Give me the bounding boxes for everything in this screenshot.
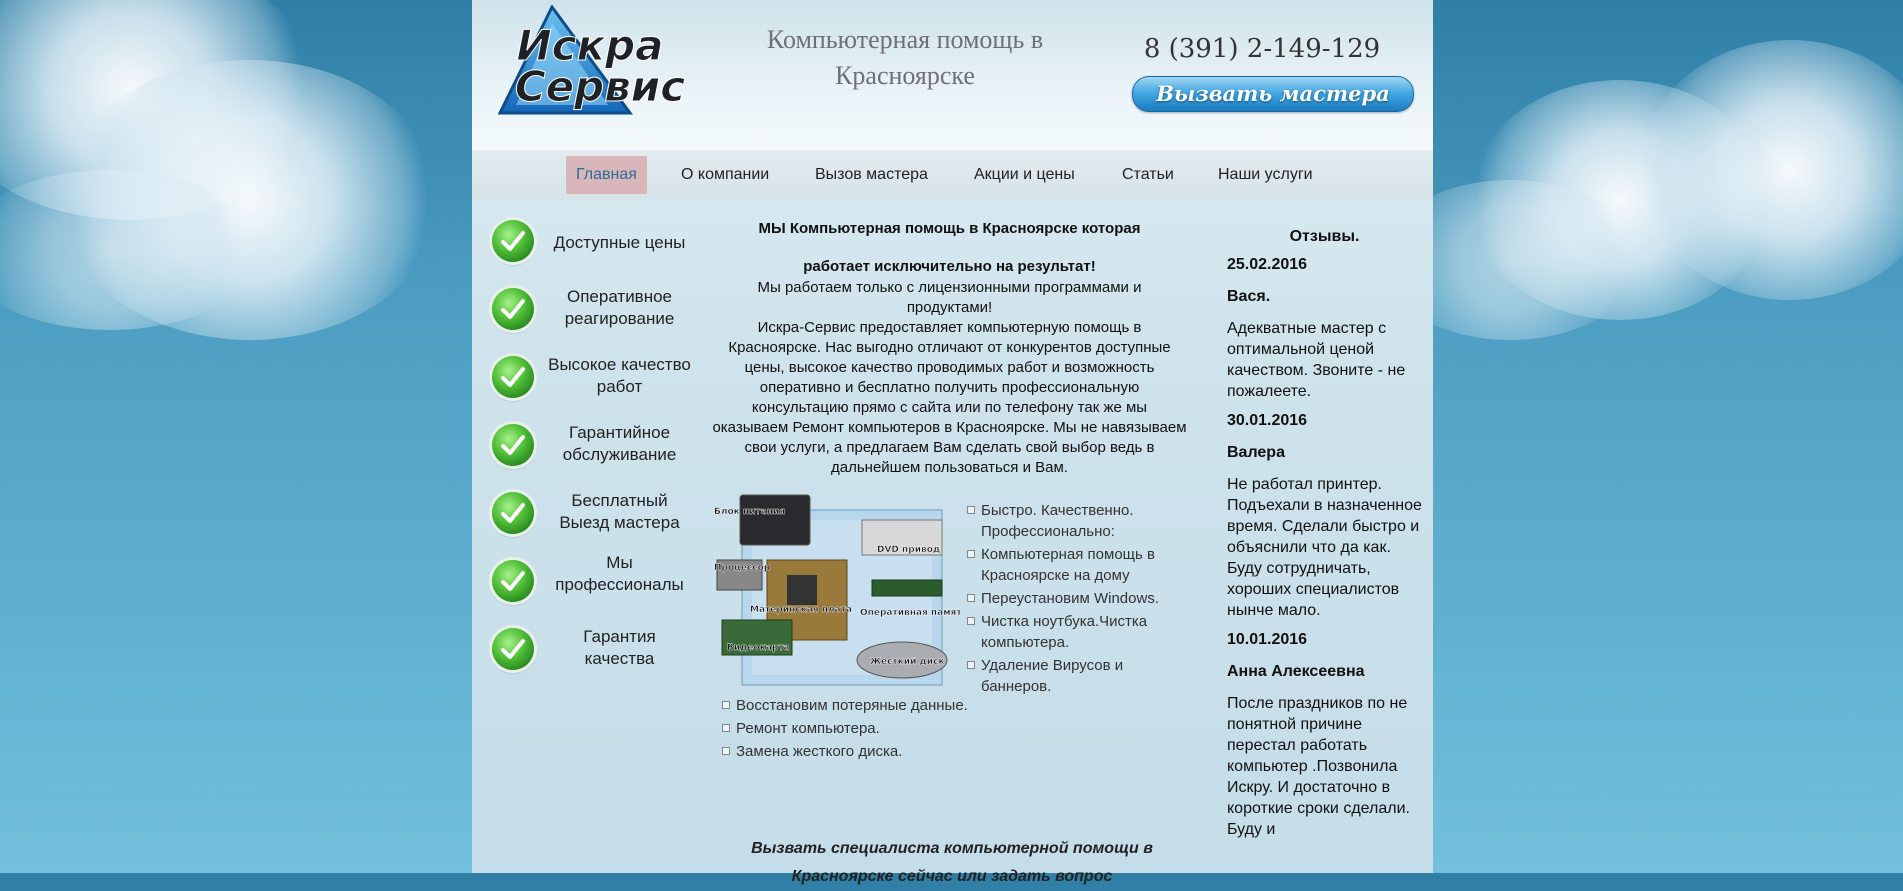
phone-number[interactable]: 8 (391) 2-149-129 — [1122, 34, 1402, 64]
service-item: Переустановим Windows. — [967, 588, 1167, 609]
feature-label: Мы профессионалы — [555, 553, 684, 594]
review-date: 25.02.2016 — [1227, 256, 1308, 273]
feature-item: Высокое качество работ — [492, 354, 692, 410]
checkmark-icon — [492, 220, 534, 262]
checkmark-icon — [492, 628, 534, 670]
services-list-bottom: Восстановим потеряные данные. Ремонт ком… — [722, 695, 1022, 764]
svg-text:Жесткий диск: Жесткий диск — [870, 657, 945, 667]
feature-item: Гарантия качества — [492, 626, 692, 682]
feature-label: Гарантийное обслуживание — [562, 423, 677, 464]
reviews-title: Отзывы. — [1289, 228, 1360, 245]
feature-label: Высокое качество работ — [548, 355, 691, 396]
feature-item: Гарантийное обслуживание — [492, 422, 692, 478]
service-item: Восстановим потеряные данные. — [722, 695, 1022, 716]
intro-description: Искра-Сервис предоставляет компьютерную … — [712, 319, 1187, 476]
nav-item-home[interactable]: Главная — [566, 156, 647, 194]
review-author: Анна Алексеевна — [1227, 663, 1365, 680]
feature-item: Доступные цены — [492, 218, 692, 274]
feature-label: Бесплатный Выезд мастера — [559, 491, 680, 532]
feature-item: Бесплатный Выезд мастера — [492, 490, 692, 546]
review-author: Вася. — [1227, 288, 1271, 305]
main-nav: Главная О компании Вызов мастера Акции и… — [472, 150, 1433, 200]
nav-item-articles[interactable]: Статьи — [1112, 156, 1184, 194]
svg-text:Процессор: Процессор — [714, 563, 771, 573]
svg-text:Видеокарта: Видеокарта — [727, 643, 790, 653]
reviews-section: Отзывы. 25.02.2016 Вася. Адекватные маст… — [1227, 218, 1422, 850]
review-item: 30.01.2016 Валера Не работал принтер. По… — [1227, 412, 1422, 621]
page-container: Искра Сервис Компьютерная помощь в Красн… — [472, 0, 1433, 885]
feature-item: Мы профессионалы — [492, 553, 692, 614]
review-text: Не работал принтер. Подъехали в назначен… — [1227, 476, 1422, 619]
feature-label: Доступные цены — [553, 233, 686, 252]
review-item: 10.01.2016 Анна Алексеевна После праздни… — [1227, 631, 1422, 840]
checkmark-icon — [492, 356, 534, 398]
feature-label: Оперативное реагирование — [564, 287, 675, 328]
site-tagline: Компьютерная помощь в Красноярске — [766, 25, 1044, 90]
svg-text:Сервис: Сервис — [515, 62, 685, 111]
logo[interactable]: Искра Сервис — [490, 5, 690, 133]
checkmark-icon — [492, 288, 534, 330]
service-item: Быстро. Качественно. Профессионально: — [967, 500, 1167, 542]
nav-item-services[interactable]: Наши услуги — [1208, 156, 1323, 194]
review-date: 10.01.2016 — [1227, 631, 1308, 648]
review-item: 25.02.2016 Вася. Адекватные мастер с опт… — [1227, 256, 1422, 402]
intro-title-line2: работает исключительно на результат! — [803, 258, 1096, 275]
computer-parts-image: Блок питания Процессор Материнская плата… — [714, 494, 960, 686]
service-item: Ремонт компьютера. — [722, 718, 1022, 739]
checkmark-icon — [492, 560, 534, 602]
feature-label: Гарантия качества — [583, 627, 656, 668]
review-text: Адекватные мастер с оптимальной ценой ка… — [1227, 320, 1406, 400]
service-item: Удаление Вирусов и баннеров. — [967, 655, 1167, 697]
call-specialist-cta[interactable]: Вызвать специалиста компьютерной помощи … — [742, 835, 1162, 891]
checkmark-icon — [492, 424, 534, 466]
nav-item-call-master[interactable]: Вызов мастера — [805, 156, 938, 194]
main-content: МЫ Компьютерная помощь в Красноярске кот… — [712, 218, 1187, 478]
svg-text:Блок питания: Блок питания — [714, 507, 785, 517]
licensed-note: Мы работаем только с лицензионными прогр… — [757, 279, 1142, 316]
service-item: Замена жесткого диска. — [722, 741, 1022, 762]
site-header: Искра Сервис Компьютерная помощь в Красн… — [472, 0, 1433, 150]
service-item: Компьютерная помощь в Красноярске на дом… — [967, 544, 1167, 586]
intro-title-line1: МЫ Компьютерная помощь в Красноярске кот… — [758, 220, 1141, 237]
svg-text:DVD привод: DVD привод — [877, 545, 940, 555]
feature-item: Оперативное реагирование — [492, 286, 692, 342]
checkmark-icon — [492, 492, 534, 534]
service-item: Чистка ноутбука.Чистка компьютера. — [967, 611, 1167, 653]
review-author: Валера — [1227, 444, 1285, 461]
services-list-right: Быстро. Качественно. Профессионально: Ко… — [967, 500, 1167, 699]
svg-text:Материнская плата: Материнская плата — [750, 605, 852, 615]
nav-item-about[interactable]: О компании — [671, 156, 779, 194]
review-date: 30.01.2016 — [1227, 412, 1308, 429]
svg-text:Оперативная память: Оперативная память — [860, 608, 960, 618]
nav-item-prices[interactable]: Акции и цены — [964, 156, 1085, 194]
call-master-button[interactable]: Вызвать мастера — [1132, 76, 1414, 112]
review-text: После праздников по не понятной причине … — [1227, 695, 1410, 838]
